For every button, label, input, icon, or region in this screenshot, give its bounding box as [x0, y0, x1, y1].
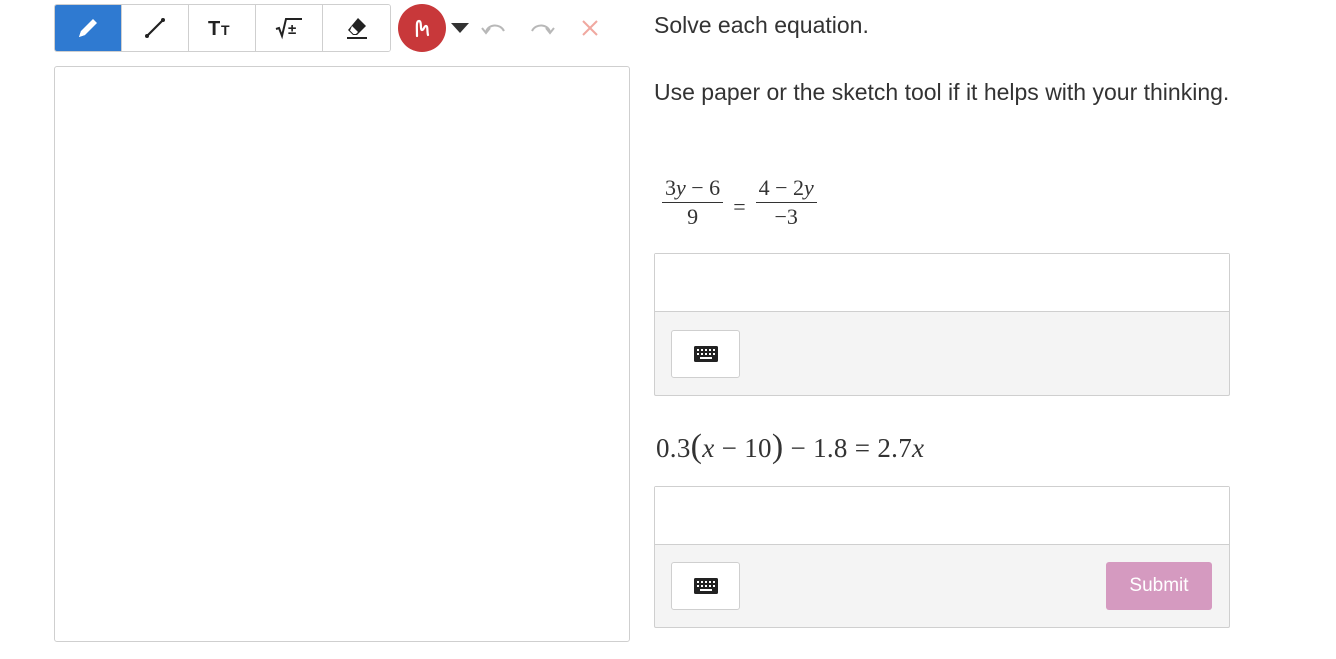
fraction-left: 3y − 6 9	[662, 176, 724, 230]
eq2-part-a: 0.3	[656, 433, 691, 463]
equals-sign: =	[733, 194, 746, 219]
sketch-canvas[interactable]	[54, 66, 630, 642]
curve-stroke-icon	[415, 19, 430, 38]
clear-button[interactable]	[566, 4, 614, 52]
instruction-text: Solve each equation.	[654, 12, 869, 38]
answer-input-2[interactable]	[655, 487, 1229, 545]
math-tool-button[interactable]: ±	[256, 5, 323, 51]
left-numerator: 3y − 6	[662, 176, 724, 203]
keyboard-button-2[interactable]	[671, 562, 740, 610]
keyboard-icon	[693, 578, 718, 594]
redo-icon	[531, 24, 555, 35]
undo-button[interactable]	[470, 4, 518, 52]
keyboard-button-1[interactable]	[671, 330, 740, 378]
pencil-tool-button[interactable]	[55, 5, 122, 51]
answer-box-1	[654, 253, 1230, 396]
undo-icon	[481, 24, 505, 35]
close-icon	[582, 20, 598, 36]
eraser-icon	[346, 18, 367, 39]
right-denominator: −3	[774, 204, 798, 229]
eq2-rparen: )	[771, 428, 784, 465]
svg-text:±: ±	[288, 21, 296, 38]
eraser-tool-button[interactable]	[323, 5, 390, 51]
sketch-toolbar: T T ±	[54, 4, 614, 52]
text-tool-button[interactable]: T T	[189, 5, 256, 51]
tool-group: T T ±	[54, 4, 391, 52]
right-numerator: 4 − 2y	[755, 176, 817, 203]
redo-button[interactable]	[518, 4, 566, 52]
line-tool-button[interactable]	[122, 5, 189, 51]
color-dropdown-caret[interactable]	[450, 18, 470, 38]
text-size-icon: T T	[208, 18, 230, 40]
answer-box-2: Submit	[654, 486, 1230, 628]
fraction-right: 4 − 2y −3	[755, 176, 817, 230]
eq2-part-c: − 1.8 = 2.7x	[783, 433, 925, 463]
equation-2: 0.3(x − 10) − 1.8 = 2.7x	[656, 428, 924, 466]
color-picker-button[interactable]	[398, 4, 446, 52]
eq2-part-b: x − 10	[702, 433, 772, 463]
answer-input-1[interactable]	[655, 254, 1229, 312]
question-panel: Solve each equation. Use paper or the sk…	[654, 8, 1230, 628]
instruction-text-2: Use paper or the sketch tool if it helps…	[654, 79, 1230, 105]
svg-text:T: T	[208, 18, 220, 40]
line-icon	[145, 18, 165, 38]
equation-1: 3y − 6 9 = 4 − 2y −3	[662, 176, 817, 230]
eq2-lparen: (	[690, 428, 703, 465]
svg-text:T: T	[221, 22, 230, 38]
math-sqrt-icon: ±	[275, 18, 302, 40]
chevron-down-icon	[451, 23, 469, 33]
left-denominator: 9	[687, 204, 699, 229]
keyboard-icon	[693, 346, 718, 362]
pencil-icon	[79, 19, 97, 37]
submit-button[interactable]: Submit	[1106, 562, 1212, 610]
